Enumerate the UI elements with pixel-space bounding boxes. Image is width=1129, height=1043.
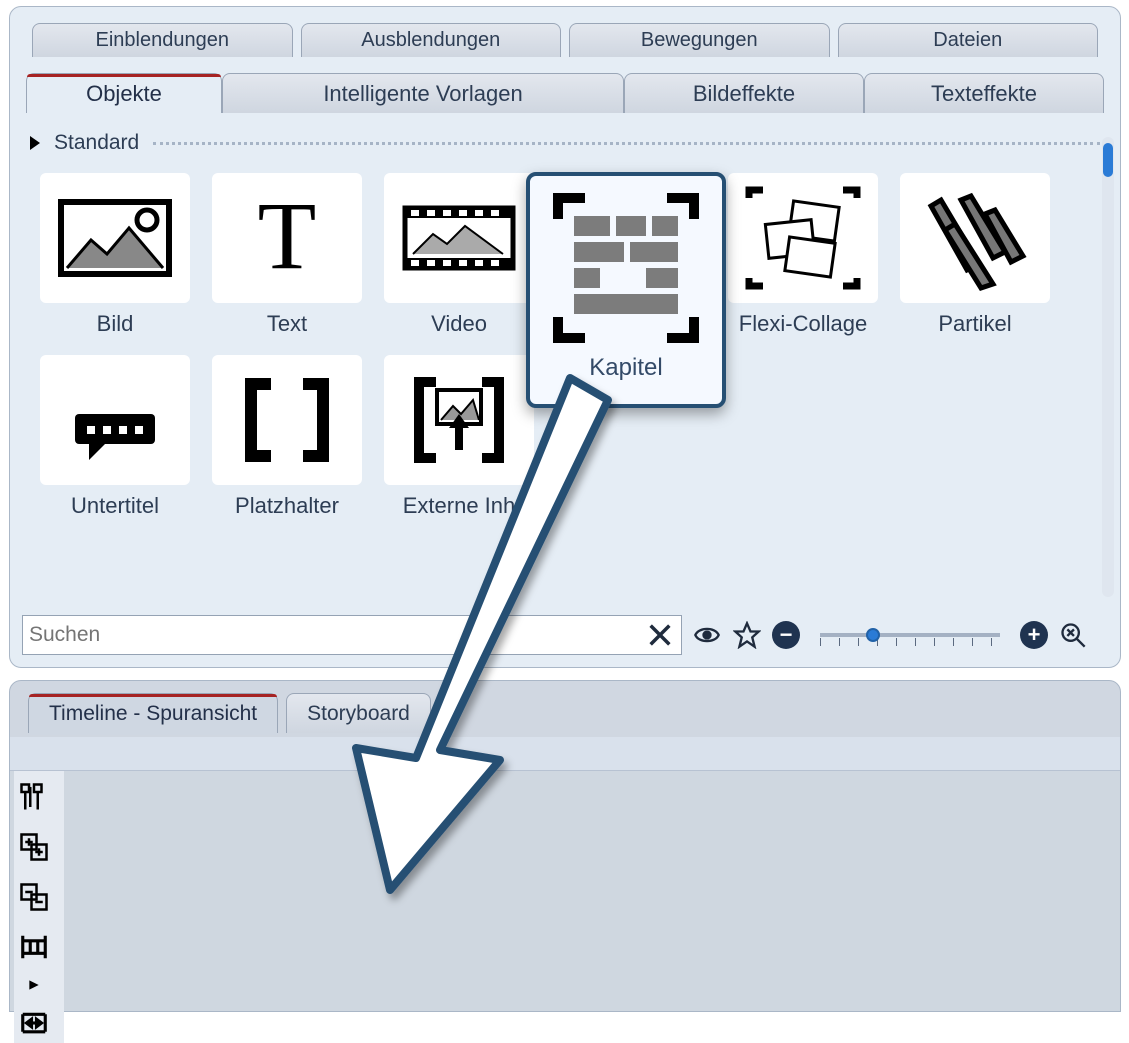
tab-intelligente-vorlagen[interactable]: Intelligente Vorlagen	[222, 73, 624, 113]
tabs-row-categories: Einblendungen Ausblendungen Bewegungen D…	[10, 7, 1120, 57]
zoom-slider[interactable]	[810, 620, 1010, 650]
add-track-icon[interactable]	[14, 827, 54, 867]
zoom-reset-icon[interactable]	[1058, 620, 1088, 650]
timeline-ruler[interactable]	[10, 737, 1120, 771]
section-divider	[153, 142, 1100, 145]
tab-label: Bewegungen	[641, 29, 758, 52]
object-platzhalter[interactable]: Platzhalter	[202, 355, 372, 519]
object-flexi-collage[interactable]: Flexi-Collage	[718, 173, 888, 337]
slider-track	[820, 633, 1000, 637]
tab-einblendungen[interactable]: Einblendungen	[32, 23, 293, 57]
object-label: Text	[267, 311, 307, 337]
tab-label: Intelligente Vorlagen	[323, 81, 522, 107]
tab-label: Einblendungen	[96, 29, 229, 52]
search-input[interactable]	[29, 623, 645, 647]
tab-label: Texteffekte	[931, 81, 1037, 107]
zoom-in-button[interactable]: +	[1020, 621, 1048, 649]
tab-storyboard[interactable]: Storyboard	[286, 693, 431, 733]
tab-ausblendungen[interactable]: Ausblendungen	[301, 23, 562, 57]
image-icon	[40, 173, 190, 303]
object-label: Partikel	[938, 311, 1011, 337]
tab-label: Objekte	[86, 81, 162, 107]
fit-width-icon[interactable]	[14, 1003, 54, 1043]
toolbox-footer: − +	[22, 615, 1108, 655]
tab-label: Storyboard	[307, 702, 410, 726]
tab-objekte[interactable]: Objekte	[26, 73, 222, 113]
toolbox-panel: Einblendungen Ausblendungen Bewegungen D…	[9, 6, 1121, 668]
favorite-star-icon[interactable]	[732, 620, 762, 650]
zoom-out-button[interactable]: −	[772, 621, 800, 649]
object-video[interactable]: Video	[374, 173, 544, 337]
expand-toggle-icon[interactable]	[14, 977, 54, 993]
objects-grid: Bild T Text Video	[30, 173, 1100, 519]
split-tracks-icon[interactable]	[14, 777, 54, 817]
tab-texteffekte[interactable]: Texteffekte	[864, 73, 1104, 113]
section-header[interactable]: Standard	[30, 131, 1100, 155]
clear-search-icon[interactable]	[645, 620, 675, 650]
tab-label: Timeline - Spuransicht	[49, 702, 257, 726]
vertical-scrollbar[interactable]	[1102, 137, 1114, 597]
placeholder-icon	[212, 355, 362, 485]
objects-content: Standard Bild T Text	[10, 113, 1120, 583]
video-icon	[384, 173, 534, 303]
object-label: Flexi-Collage	[739, 311, 867, 337]
object-label: Bild	[97, 311, 134, 337]
object-label: Platzhalter	[235, 493, 339, 519]
flexi-collage-icon	[728, 173, 878, 303]
collapse-triangle-icon	[30, 136, 40, 150]
svg-text:T: T	[258, 183, 317, 289]
tab-label: Bildeffekte	[693, 81, 795, 107]
tab-label: Ausblendungen	[361, 29, 500, 52]
tabs-row-sub: Objekte Intelligente Vorlagen Bildeffekt…	[10, 61, 1120, 113]
object-label: Video	[431, 311, 487, 337]
preview-eye-icon[interactable]	[692, 620, 722, 650]
timeline-toolbar	[14, 771, 64, 1043]
particle-icon	[900, 173, 1050, 303]
object-externe-inhalte[interactable]: Externe Inh	[374, 355, 544, 519]
remove-track-icon[interactable]	[14, 877, 54, 917]
object-untertitel[interactable]: Untertitel	[30, 355, 200, 519]
fit-timeline-icon[interactable]	[14, 927, 54, 967]
timeline-canvas[interactable]	[68, 771, 1114, 1005]
subtitle-icon	[40, 355, 190, 485]
tab-timeline[interactable]: Timeline - Spuransicht	[28, 693, 278, 733]
scrollbar-thumb[interactable]	[1103, 143, 1113, 177]
tab-label: Dateien	[933, 29, 1002, 52]
slider-knob[interactable]	[866, 628, 880, 642]
tab-bildeffekte[interactable]: Bildeffekte	[624, 73, 864, 113]
object-label: Externe Inh	[403, 493, 516, 519]
tab-dateien[interactable]: Dateien	[838, 23, 1099, 57]
timeline-body	[10, 737, 1120, 1011]
external-content-icon	[384, 355, 534, 485]
section-title: Standard	[54, 131, 139, 155]
object-text[interactable]: T Text	[202, 173, 372, 337]
slider-ticks	[820, 638, 1000, 646]
object-partikel[interactable]: Partikel	[890, 173, 1060, 337]
timeline-tabs: Timeline - Spuransicht Storyboard	[10, 681, 1120, 733]
object-bild[interactable]: Bild	[30, 173, 200, 337]
timeline-panel: Timeline - Spuransicht Storyboard	[9, 680, 1121, 1012]
search-box[interactable]	[22, 615, 682, 655]
tab-bewegungen[interactable]: Bewegungen	[569, 23, 830, 57]
object-label: Untertitel	[71, 493, 159, 519]
text-icon: T	[212, 173, 362, 303]
